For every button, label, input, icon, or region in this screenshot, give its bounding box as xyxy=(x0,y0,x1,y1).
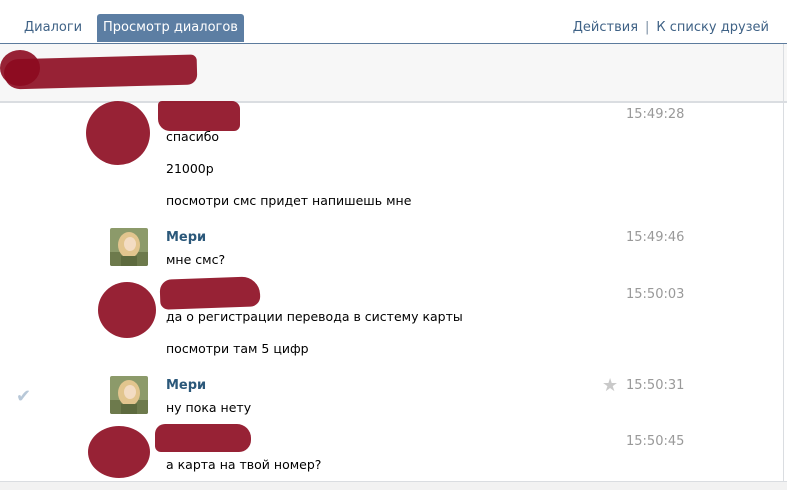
star-icon[interactable]: ★ xyxy=(602,377,618,395)
message-author[interactable]: Мери xyxy=(166,230,206,245)
message-time: 15:50:45 xyxy=(626,434,685,449)
message-time: 15:50:31 xyxy=(626,378,685,393)
message-text: спасибо xyxy=(166,129,220,144)
link-separator: | xyxy=(645,20,650,35)
message-time: 15:50:03 xyxy=(626,287,685,302)
message-text: мне смс? xyxy=(166,252,226,267)
message-text: посмотри там 5 цифр xyxy=(166,341,309,356)
message-time: 15:49:46 xyxy=(626,230,685,245)
redacted-author[interactable] xyxy=(159,276,261,310)
message: Мери 15:49:46 мне смс? xyxy=(0,226,787,272)
friends-list-link[interactable]: К списку друзей xyxy=(656,20,769,35)
message-time: 15:49:28 xyxy=(626,107,685,122)
check-icon[interactable]: ✔ xyxy=(16,388,31,406)
redacted-avatar[interactable] xyxy=(98,282,156,338)
redacted-avatar[interactable] xyxy=(86,101,150,165)
message: ✔ Мери ★ 15:50:31 ну пока нету xyxy=(0,374,787,420)
actions-link[interactable]: Действия xyxy=(573,20,638,35)
message-text: посмотри смс придет напишешь мне xyxy=(166,193,412,208)
message: 15:49:28 спасибо 21000р посмотри смс при… xyxy=(0,101,787,216)
avatar[interactable] xyxy=(110,376,148,414)
message: 15:50:45 а карта на твой номер? xyxy=(0,424,787,480)
message-text: 21000р xyxy=(166,161,214,176)
redacted-avatar[interactable] xyxy=(88,426,150,478)
message-author[interactable]: Мери xyxy=(166,378,206,393)
redacted-author[interactable] xyxy=(158,101,240,131)
message-text: да о регистрации перевода в систему карт… xyxy=(166,309,463,324)
message-text: ну пока нету xyxy=(166,400,252,415)
tab-dialogs[interactable]: Диалоги xyxy=(24,14,82,42)
message-text: а карта на твой номер? xyxy=(166,457,322,472)
message: 15:50:03 да о регистрации перевода в сис… xyxy=(0,276,787,364)
tab-view-dialogs[interactable]: Просмотр диалогов xyxy=(97,14,244,42)
redacted-title-mark xyxy=(0,50,40,86)
avatar[interactable] xyxy=(110,228,148,266)
tab-bar: Диалоги Просмотр диалогов Действия | К спи… xyxy=(0,0,787,44)
redacted-author[interactable] xyxy=(155,424,251,452)
top-links: Действия | К списку друзей xyxy=(573,14,769,42)
conversation-header xyxy=(0,44,787,103)
